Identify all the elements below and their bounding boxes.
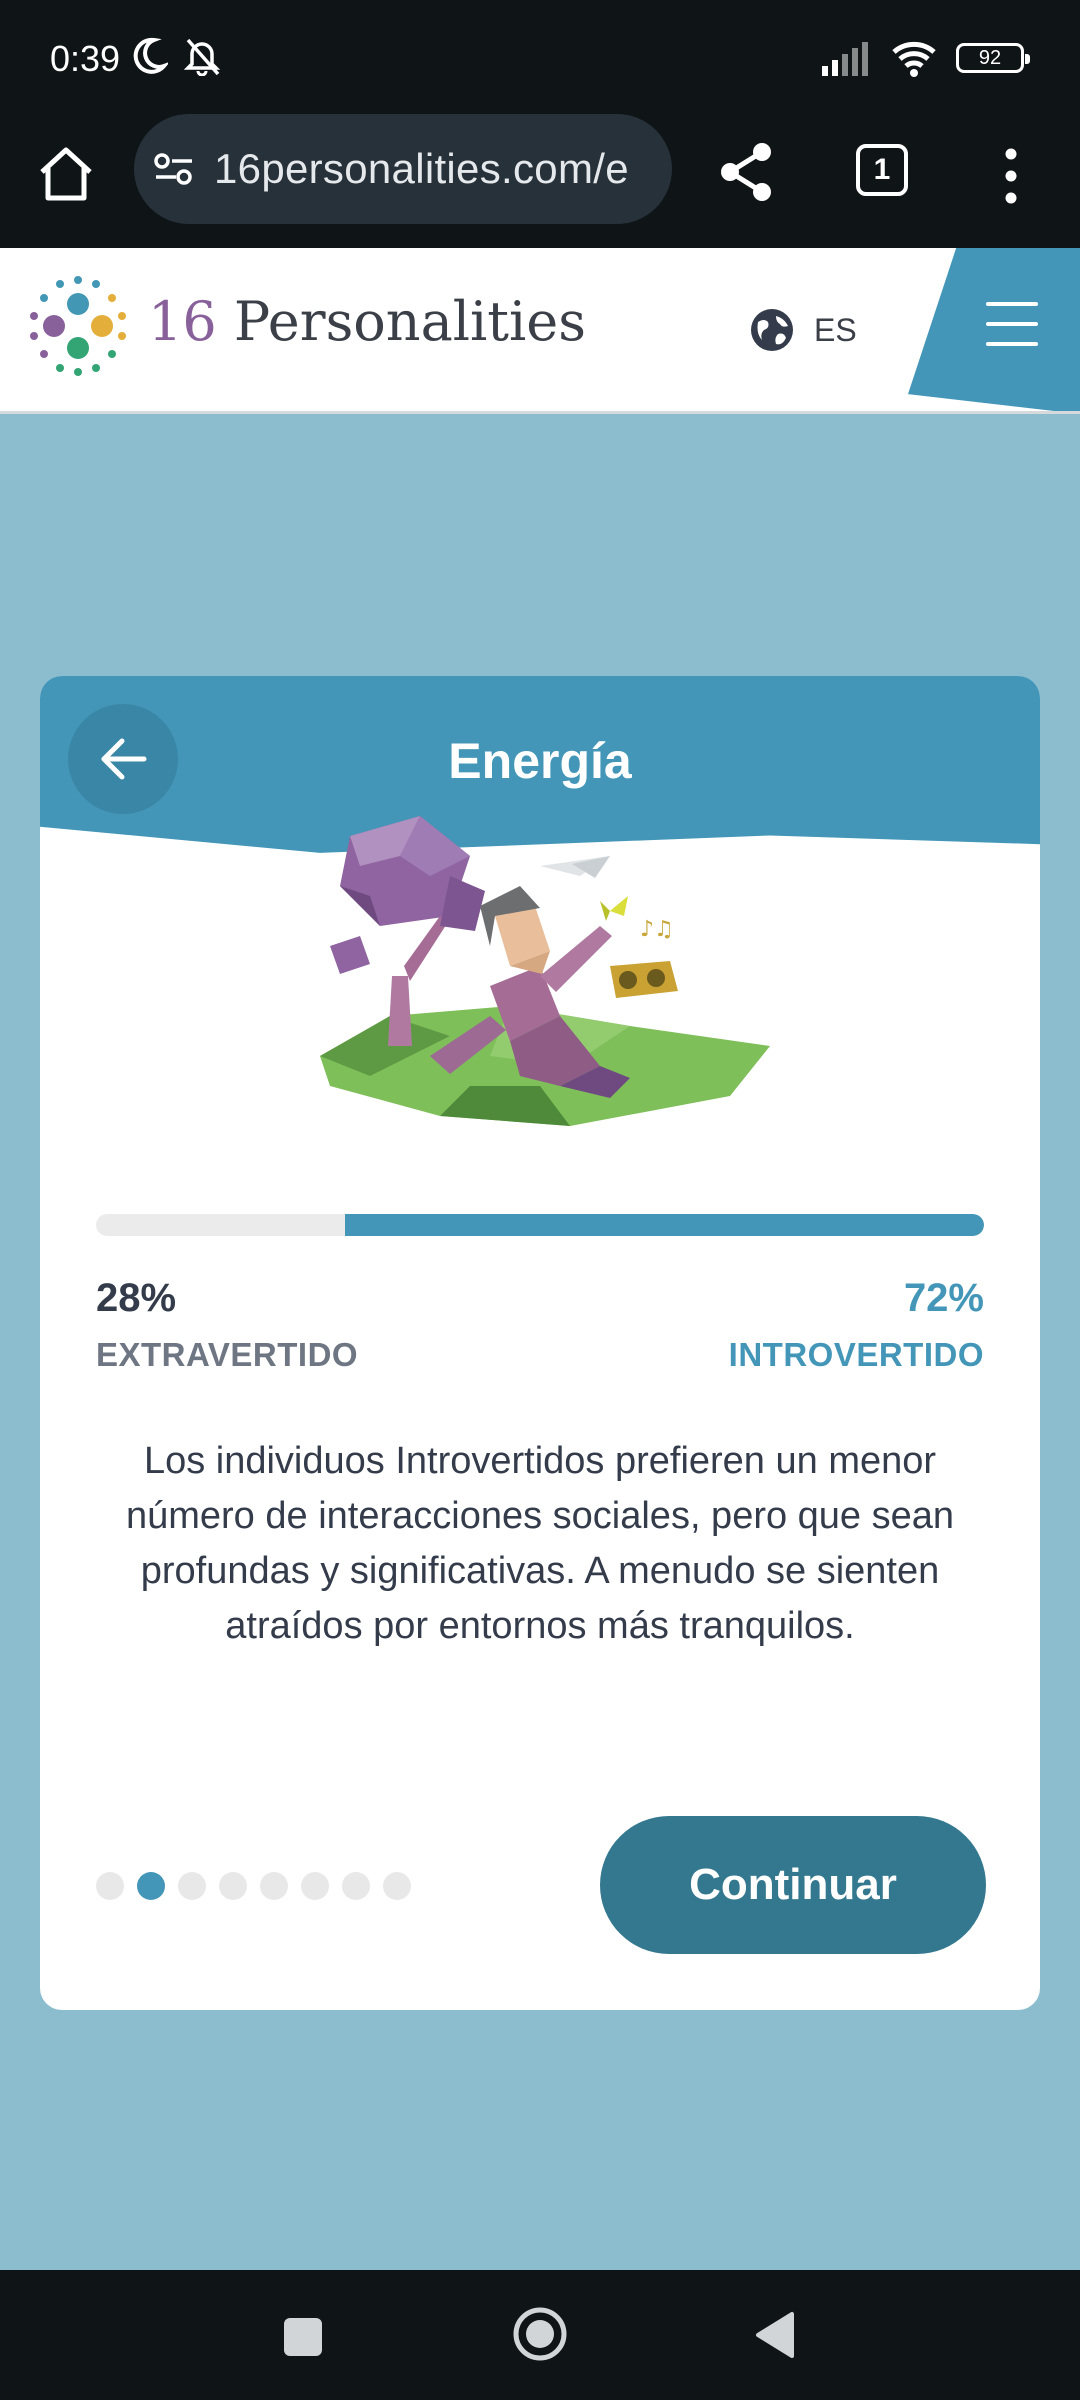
browser-toolbar: 16personalities.com/e 1 [0, 112, 1080, 248]
extravert-percent: 28% [96, 1276, 177, 1320]
more-options-icon[interactable] [996, 146, 1026, 206]
step-dot [260, 1872, 288, 1900]
introvert-percent: 72% [903, 1276, 984, 1320]
tab-switcher-button[interactable]: 1 [856, 144, 908, 196]
step-dot [301, 1872, 329, 1900]
status-bar: 0:39 92 [0, 0, 1080, 112]
url-text: 16personalities.com/e [214, 145, 629, 192]
battery-level: 92 [978, 46, 1002, 69]
language-code: ES [814, 311, 857, 348]
step-dot [383, 1872, 411, 1900]
introvert-illustration: ♪♫ [320, 816, 770, 1126]
logo-number: 16 [148, 290, 217, 353]
battery-icon: 92 [956, 43, 1030, 73]
step-dot [96, 1872, 124, 1900]
step-indicator [96, 1872, 411, 1900]
progress-fill [344, 1214, 984, 1236]
site-settings-icon[interactable] [152, 149, 196, 189]
introvert-label: INTROVERTIDO [728, 1336, 984, 1373]
hamburger-icon [986, 302, 1038, 346]
logo-name: Personalities [233, 290, 586, 353]
back-triangle-icon[interactable] [752, 2310, 798, 2360]
trait-result-card: Energía ♪♫ 28% 72% EXTRAVERTIDO INTROVER… [40, 676, 1040, 2010]
tab-count: 1 [873, 153, 891, 186]
bell-off-icon [183, 38, 221, 76]
menu-button[interactable] [908, 248, 1080, 411]
logo-icon[interactable] [22, 274, 134, 386]
svg-text:♪♫: ♪♫ [640, 917, 674, 942]
extravert-label: EXTRAVERTIDO [96, 1336, 359, 1373]
step-dot [342, 1872, 370, 1900]
status-time: 0:39 [50, 38, 121, 79]
moon-icon [133, 37, 168, 74]
home-circle-icon[interactable] [512, 2306, 568, 2362]
system-nav-bar [0, 2270, 1080, 2400]
continue-button[interactable]: Continuar [600, 1816, 986, 1954]
site-logo[interactable]: 16 Personalities [148, 290, 586, 353]
recent-apps-icon[interactable] [284, 2318, 322, 2356]
home-icon[interactable] [34, 142, 98, 206]
trait-progress-bar [96, 1214, 984, 1236]
wifi-icon [892, 41, 936, 77]
card-title: Energía [448, 733, 632, 789]
signal-icon [822, 42, 868, 76]
step-dot [178, 1872, 206, 1900]
step-dot [219, 1872, 247, 1900]
language-selector[interactable]: ES [750, 308, 857, 352]
address-bar[interactable]: 16personalities.com/e [134, 114, 672, 224]
share-icon[interactable] [716, 140, 776, 204]
site-header: 16 Personalities ES [0, 248, 1080, 414]
step-dot [137, 1872, 165, 1900]
trait-description: Los individuos Introvertidos prefieren u… [125, 1440, 955, 1647]
globe-icon [751, 309, 793, 351]
